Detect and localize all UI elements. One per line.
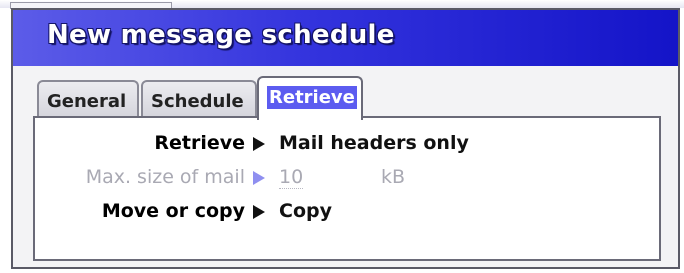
- max-size-label: Max. size of mail: [85, 166, 245, 188]
- title-bar: New message schedule: [13, 10, 678, 66]
- dialog-window: New message schedule General Schedule Re…: [11, 8, 680, 269]
- max-size-unit: kB: [381, 166, 406, 188]
- tab-retrieve-label: Retrieve: [267, 86, 357, 109]
- tab-general-label: General: [47, 91, 127, 112]
- tab-schedule[interactable]: Schedule: [141, 80, 257, 118]
- move-or-copy-arrow-icon[interactable]: [253, 205, 265, 219]
- dialog-title: New message schedule: [47, 20, 395, 50]
- settings-panel: Retrieve Mail headers only Max. size of …: [33, 116, 661, 261]
- max-size-value: 10: [279, 166, 304, 189]
- retrieve-value[interactable]: Mail headers only: [279, 132, 469, 154]
- tab-general[interactable]: General: [37, 80, 139, 118]
- tab-retrieve[interactable]: Retrieve: [257, 76, 363, 120]
- retrieve-label: Retrieve: [154, 132, 245, 154]
- retrieve-arrow-icon[interactable]: [253, 137, 265, 151]
- move-or-copy-label: Move or copy: [101, 200, 245, 222]
- max-size-arrow-icon: [253, 171, 265, 185]
- background-strip: [0, 0, 684, 9]
- screen: New message schedule General Schedule Re…: [0, 0, 684, 273]
- tab-schedule-label: Schedule: [151, 91, 244, 112]
- move-or-copy-value[interactable]: Copy: [279, 200, 332, 222]
